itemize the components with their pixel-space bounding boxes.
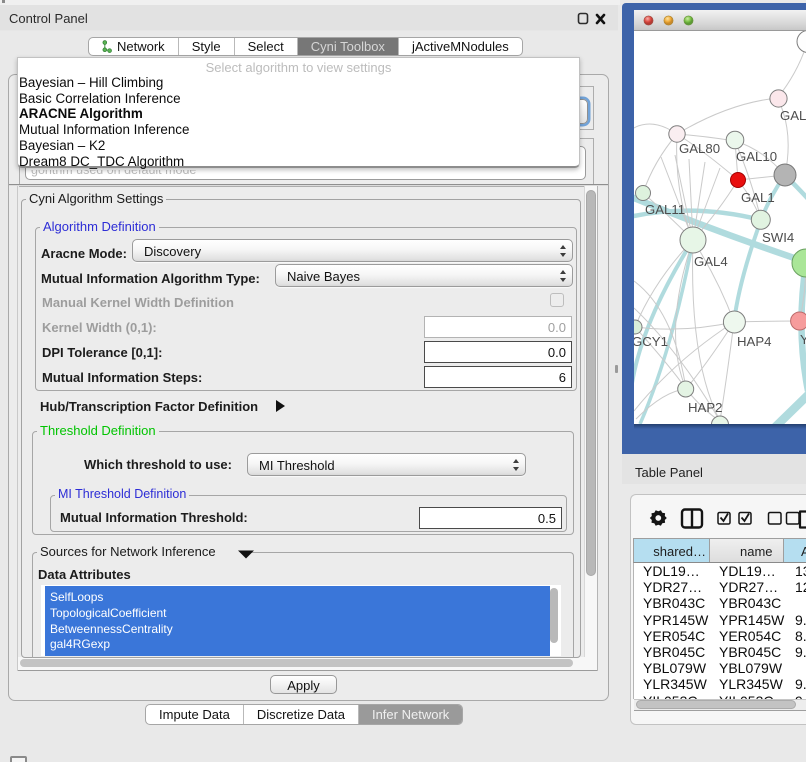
svg-text:HAP2: HAP2 — [688, 400, 722, 415]
svg-text:HAP4: HAP4 — [737, 334, 771, 349]
svg-text:GAL1: GAL1 — [741, 190, 775, 205]
svg-text:GCY1: GCY1 — [634, 334, 668, 349]
svg-text:GAL10: GAL10 — [736, 149, 777, 164]
svg-text:Y: Y — [800, 332, 806, 347]
svg-text:SWI4: SWI4 — [762, 230, 794, 245]
svg-text:GAL80: GAL80 — [679, 141, 720, 156]
svg-text:GAL4: GAL4 — [694, 254, 728, 269]
svg-text:GAL: GAL — [780, 108, 806, 123]
svg-text:GAL11: GAL11 — [645, 202, 685, 217]
